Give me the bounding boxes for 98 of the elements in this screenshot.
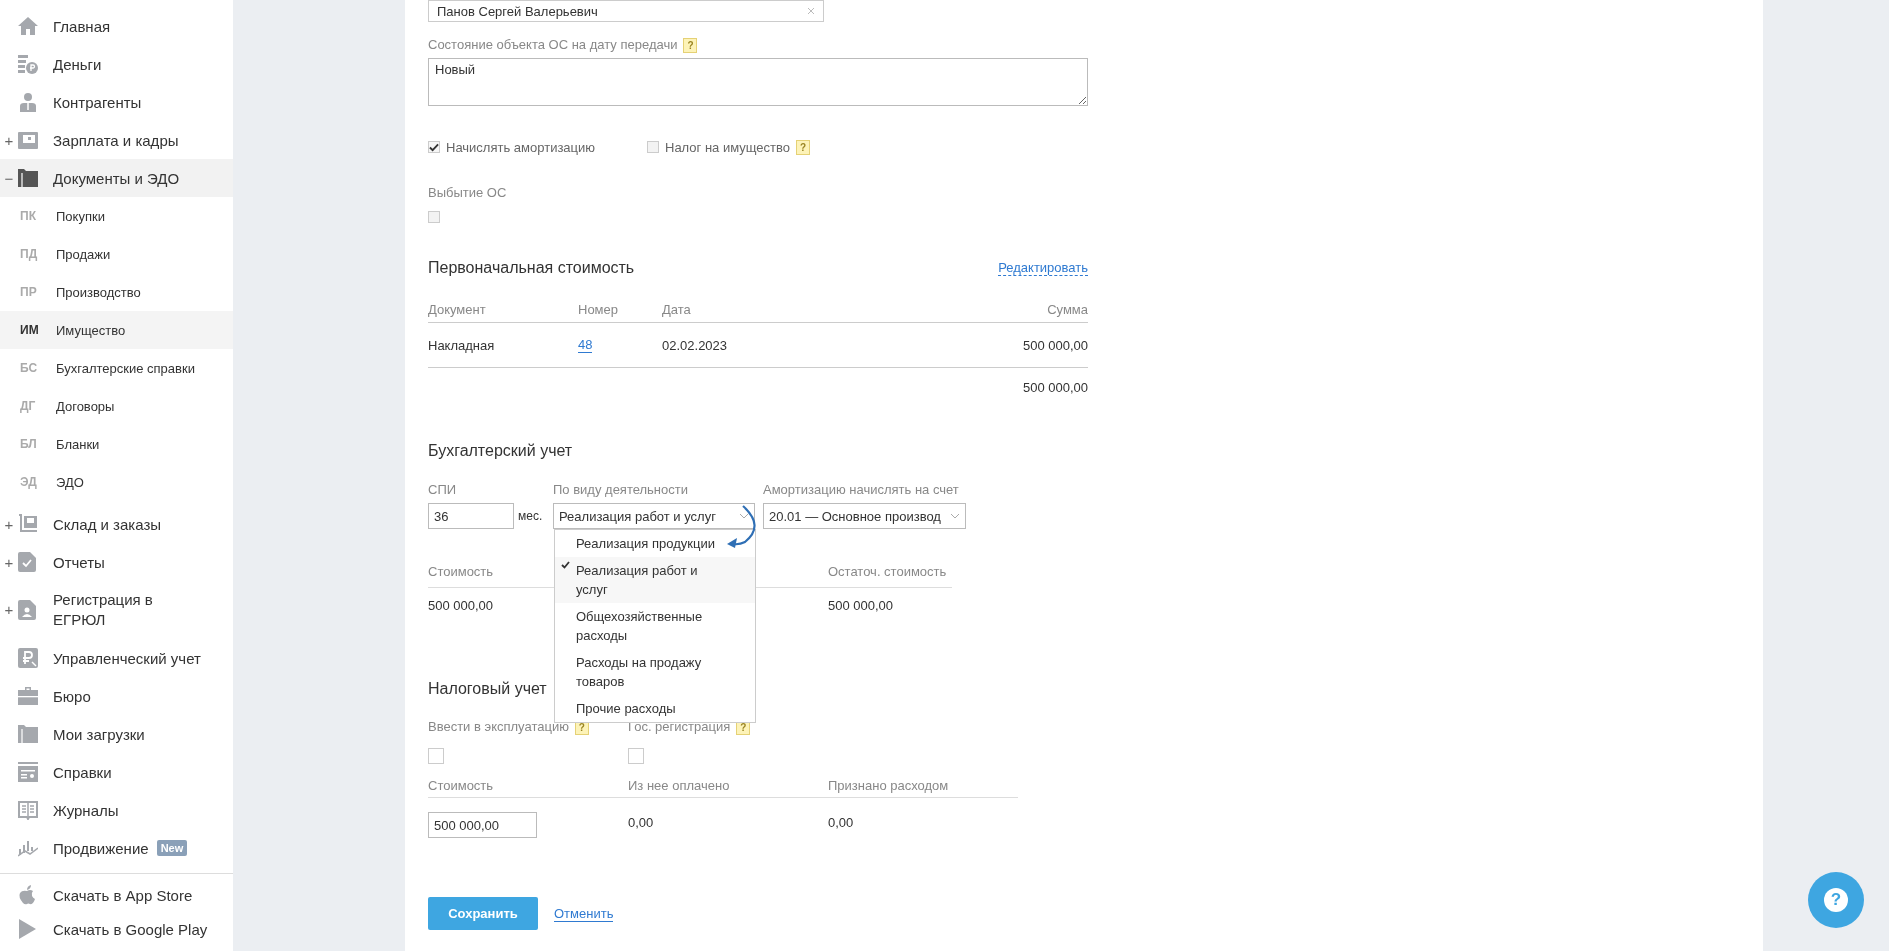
section-abbreviation: ПД <box>19 247 39 261</box>
sidebar-item[interactable]: + Регистрация в ЕГРЮЛ <box>0 581 233 639</box>
wallet-icon <box>18 131 38 149</box>
section-abbreviation: ИМ <box>19 323 40 337</box>
checkbox[interactable] <box>428 141 440 153</box>
sidebar-subitem[interactable]: ПД Продажи <box>0 235 233 273</box>
total-sum: 500 000,00 <box>1022 380 1088 395</box>
expand-toggle[interactable]: + <box>0 131 18 149</box>
expand-toggle[interactable]: + <box>0 600 18 620</box>
sidebar-item[interactable]: Управленческий учет <box>0 639 233 677</box>
section-abbreviation: ПК <box>19 209 37 223</box>
sidebar-subitem[interactable]: БЛ Бланки <box>0 425 233 463</box>
ruble-icon <box>18 648 38 668</box>
checkbox-label: Налог на имущество <box>665 139 791 155</box>
section-abbreviation: ДГ <box>19 399 37 413</box>
column-header: Сумма <box>1047 301 1088 317</box>
dropdown-option[interactable]: Реализация работ и услуг <box>555 557 755 603</box>
table-cell: 02.02.2023 <box>662 337 728 353</box>
checkbox-label: Начислять амортизацию <box>446 139 596 155</box>
column-header: Из нее оплачено <box>628 778 730 793</box>
field-label: СПИ <box>428 481 458 499</box>
section-title: Налоговый учет <box>428 679 547 699</box>
table-cell: 500 000,00 <box>428 598 494 613</box>
coins-icon <box>18 54 38 74</box>
expand-toggle[interactable]: + <box>0 553 18 571</box>
sidebar-item[interactable]: + Зарплата и кадры <box>0 121 233 159</box>
field-label: Амортизацию начислять на счет <box>763 481 960 499</box>
sidebar-item[interactable]: + Отчеты <box>0 543 233 581</box>
table-cell: 500 000,00 <box>828 598 894 613</box>
chevron-down-icon <box>739 513 749 519</box>
section-abbreviation: БС <box>19 361 39 375</box>
column-header: Стоимость <box>428 564 494 579</box>
column-header: Дата <box>662 301 691 317</box>
folder-icon <box>18 169 38 187</box>
sidebar-subitem[interactable]: ПР Производство <box>0 273 233 311</box>
sidebar-item[interactable]: Мои загрузки <box>0 715 233 753</box>
section-abbreviation: ПР <box>19 285 38 299</box>
sidebar-item[interactable]: Продвижение New <box>0 829 233 867</box>
home-icon <box>18 17 38 35</box>
sidebar-subitem[interactable]: ЭД ЭДО <box>0 463 233 501</box>
document-number-link[interactable]: 48 <box>578 337 593 353</box>
folder-icon <box>18 725 38 743</box>
table-cell: Накладная <box>428 337 495 353</box>
sidebar-item[interactable]: Справки <box>0 753 233 791</box>
field-label: Выбытие ОС <box>428 184 507 202</box>
section-abbreviation: ЭД <box>19 475 38 489</box>
section-title: Бухгалтерский учет <box>428 441 573 461</box>
dropdown-option[interactable]: Реализация продукции <box>555 530 755 557</box>
cost-field[interactable]: 500 000,00 <box>428 812 537 838</box>
spi-field[interactable]: 36 <box>428 503 514 529</box>
responsible-field[interactable]: Панов Сергей Валерьевич <box>428 0 824 22</box>
column-header: Остаточ. стоимость <box>828 564 947 579</box>
section-title: Первоначальная стоимость <box>428 258 635 278</box>
cancel-link[interactable]: Отменить <box>554 905 614 922</box>
column-header: Документ <box>428 301 486 317</box>
briefcase-icon <box>18 687 38 705</box>
column-header: Признано расходом <box>828 778 949 793</box>
check-icon <box>561 561 570 569</box>
column-header: Стоимость <box>428 778 494 793</box>
edit-link[interactable]: Редактировать <box>998 260 1088 276</box>
sidebar-subitem[interactable]: БС Бухгалтерские справки <box>0 349 233 387</box>
sidebar-item[interactable]: Журналы <box>0 791 233 829</box>
sidebar-subitem[interactable]: ДГ Договоры <box>0 387 233 425</box>
column-header: Номер <box>578 301 618 317</box>
table-cell: 0,00 <box>628 814 654 830</box>
dropdown-option[interactable]: Расходы на продажу товаров <box>555 649 755 695</box>
chart-icon <box>18 839 38 857</box>
document-check-icon <box>18 552 36 572</box>
new-badge: New <box>156 840 188 856</box>
field-label: Состояние объекта ОС на дату передачи <box>428 36 678 54</box>
chevron-down-icon <box>950 513 960 519</box>
sidebar-item[interactable]: + Склад и заказы <box>0 505 233 543</box>
clear-icon[interactable] <box>807 7 815 15</box>
store-link[interactable]: Скачать в Google Play <box>0 912 233 946</box>
play-icon <box>18 919 36 939</box>
sidebar-subitem[interactable]: ИМ Имущество <box>0 311 233 349</box>
sidebar-item[interactable]: Главная <box>0 7 233 45</box>
section-abbreviation: БЛ <box>19 437 38 451</box>
person-icon <box>18 92 38 112</box>
sidebar-subitem[interactable]: ПК Покупки <box>0 197 233 235</box>
table-cell: 0,00 <box>828 814 854 830</box>
expand-toggle[interactable]: + <box>0 515 18 533</box>
sidebar-item[interactable]: Контрагенты <box>0 83 233 121</box>
sidebar-item[interactable]: Бюро <box>0 677 233 715</box>
condition-field[interactable]: Новый <box>428 58 1088 106</box>
table-cell: 500 000,00 <box>1022 337 1088 353</box>
document-person-icon <box>18 600 36 620</box>
book-icon <box>18 800 38 820</box>
apple-icon <box>18 885 36 905</box>
store-link[interactable]: Скачать в App Store <box>0 878 233 912</box>
expand-toggle[interactable]: − <box>0 169 18 187</box>
dropdown-option[interactable]: Общехозяйственные расходы <box>555 603 755 649</box>
account-select[interactable]: 20.01 — Основное производ <box>763 503 966 529</box>
unit-label: мес. <box>518 508 544 525</box>
sidebar-item[interactable]: − Документы и ЭДО <box>0 159 233 197</box>
field-label: По виду деятельности <box>553 481 689 499</box>
sidebar-item[interactable]: Деньги <box>0 45 233 83</box>
list-icon <box>18 762 38 782</box>
